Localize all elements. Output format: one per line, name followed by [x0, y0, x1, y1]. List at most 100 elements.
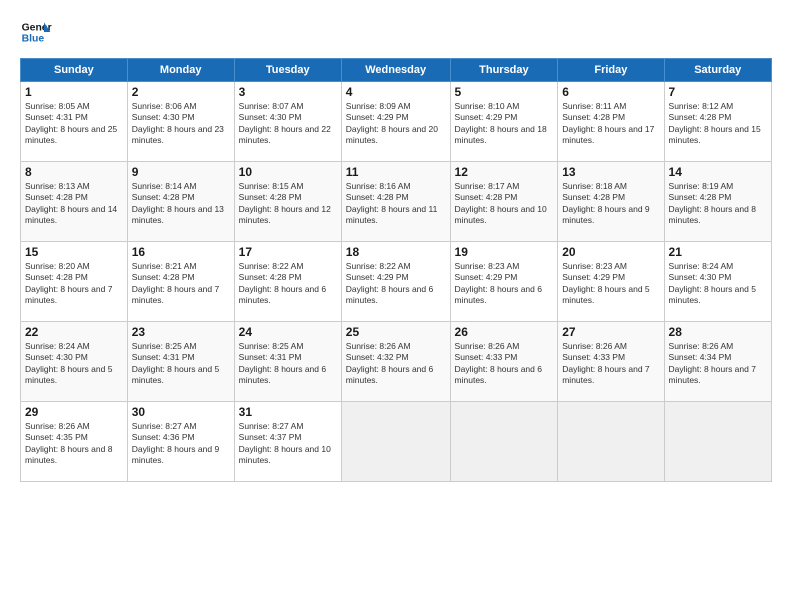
calendar-header-wednesday: Wednesday — [341, 59, 450, 82]
calendar-week-row: 8 Sunrise: 8:13 AMSunset: 4:28 PMDaylight… — [21, 162, 772, 242]
calendar-table: SundayMondayTuesdayWednesdayThursdayFrid… — [20, 58, 772, 482]
day-number: 14 — [669, 165, 767, 179]
day-number: 26 — [455, 325, 554, 339]
day-info: Sunrise: 8:19 AMSunset: 4:28 PMDaylight:… — [669, 181, 756, 225]
day-info: Sunrise: 8:26 AMSunset: 4:33 PMDaylight:… — [562, 341, 649, 385]
day-info: Sunrise: 8:24 AMSunset: 4:30 PMDaylight:… — [669, 261, 756, 305]
day-info: Sunrise: 8:23 AMSunset: 4:29 PMDaylight:… — [455, 261, 542, 305]
calendar-header-row: SundayMondayTuesdayWednesdayThursdayFrid… — [21, 59, 772, 82]
day-number: 9 — [132, 165, 230, 179]
day-number: 5 — [455, 85, 554, 99]
svg-text:Blue: Blue — [22, 34, 45, 45]
calendar-header-sunday: Sunday — [21, 59, 128, 82]
day-info: Sunrise: 8:16 AMSunset: 4:28 PMDaylight:… — [346, 181, 438, 225]
day-number: 4 — [346, 85, 446, 99]
calendar-header-friday: Friday — [558, 59, 664, 82]
day-info: Sunrise: 8:22 AMSunset: 4:29 PMDaylight:… — [346, 261, 433, 305]
day-info: Sunrise: 8:25 AMSunset: 4:31 PMDaylight:… — [239, 341, 326, 385]
day-info: Sunrise: 8:10 AMSunset: 4:29 PMDaylight:… — [455, 101, 547, 145]
day-number: 2 — [132, 85, 230, 99]
day-info: Sunrise: 8:27 AMSunset: 4:37 PMDaylight:… — [239, 421, 331, 465]
calendar-cell: 17 Sunrise: 8:22 AMSunset: 4:28 PMDayligh… — [234, 242, 341, 322]
day-number: 22 — [25, 325, 123, 339]
day-number: 25 — [346, 325, 446, 339]
day-number: 18 — [346, 245, 446, 259]
calendar-cell: 9 Sunrise: 8:14 AMSunset: 4:28 PMDaylight… — [127, 162, 234, 242]
day-number: 23 — [132, 325, 230, 339]
calendar-cell: 11 Sunrise: 8:16 AMSunset: 4:28 PMDayligh… — [341, 162, 450, 242]
calendar-cell: 18 Sunrise: 8:22 AMSunset: 4:29 PMDayligh… — [341, 242, 450, 322]
day-number: 8 — [25, 165, 123, 179]
day-info: Sunrise: 8:05 AMSunset: 4:31 PMDaylight:… — [25, 101, 117, 145]
calendar-cell: 14 Sunrise: 8:19 AMSunset: 4:28 PMDayligh… — [664, 162, 771, 242]
calendar-cell: 3 Sunrise: 8:07 AMSunset: 4:30 PMDaylight… — [234, 82, 341, 162]
calendar-cell: 7 Sunrise: 8:12 AMSunset: 4:28 PMDaylight… — [664, 82, 771, 162]
day-info: Sunrise: 8:17 AMSunset: 4:28 PMDaylight:… — [455, 181, 547, 225]
day-info: Sunrise: 8:14 AMSunset: 4:28 PMDaylight:… — [132, 181, 224, 225]
logo-icon: General Blue — [20, 16, 52, 48]
calendar-cell — [450, 402, 558, 482]
calendar-cell: 5 Sunrise: 8:10 AMSunset: 4:29 PMDaylight… — [450, 82, 558, 162]
day-number: 16 — [132, 245, 230, 259]
day-info: Sunrise: 8:24 AMSunset: 4:30 PMDaylight:… — [25, 341, 112, 385]
calendar-week-row: 1Sunrise: 8:05 AMSunset: 4:31 PMDaylight… — [21, 82, 772, 162]
day-info: Sunrise: 8:06 AMSunset: 4:30 PMDaylight:… — [132, 101, 224, 145]
calendar-cell — [558, 402, 664, 482]
header: General Blue — [20, 16, 772, 48]
calendar-week-row: 29 Sunrise: 8:26 AMSunset: 4:35 PMDayligh… — [21, 402, 772, 482]
day-info: Sunrise: 8:25 AMSunset: 4:31 PMDaylight:… — [132, 341, 219, 385]
calendar-cell: 15 Sunrise: 8:20 AMSunset: 4:28 PMDayligh… — [21, 242, 128, 322]
day-number: 11 — [346, 165, 446, 179]
day-info: Sunrise: 8:12 AMSunset: 4:28 PMDaylight:… — [669, 101, 761, 145]
day-info: Sunrise: 8:26 AMSunset: 4:34 PMDaylight:… — [669, 341, 756, 385]
day-info: Sunrise: 8:27 AMSunset: 4:36 PMDaylight:… — [132, 421, 219, 465]
day-number: 29 — [25, 405, 123, 419]
calendar-cell: 20 Sunrise: 8:23 AMSunset: 4:29 PMDayligh… — [558, 242, 664, 322]
day-info: Sunrise: 8:09 AMSunset: 4:29 PMDaylight:… — [346, 101, 438, 145]
calendar-page: General Blue SundayMondayTuesdayWednesda… — [0, 0, 792, 612]
calendar-cell: 31 Sunrise: 8:27 AMSunset: 4:37 PMDayligh… — [234, 402, 341, 482]
calendar-header-saturday: Saturday — [664, 59, 771, 82]
day-info: Sunrise: 8:23 AMSunset: 4:29 PMDaylight:… — [562, 261, 649, 305]
day-number: 7 — [669, 85, 767, 99]
calendar-cell: 1Sunrise: 8:05 AMSunset: 4:31 PMDaylight… — [21, 82, 128, 162]
calendar-cell: 19 Sunrise: 8:23 AMSunset: 4:29 PMDayligh… — [450, 242, 558, 322]
day-number: 27 — [562, 325, 659, 339]
day-info: Sunrise: 8:11 AMSunset: 4:28 PMDaylight:… — [562, 101, 654, 145]
day-number: 21 — [669, 245, 767, 259]
calendar-cell: 4 Sunrise: 8:09 AMSunset: 4:29 PMDaylight… — [341, 82, 450, 162]
calendar-cell: 12Sunrise: 8:17 AMSunset: 4:28 PMDayligh… — [450, 162, 558, 242]
day-info: Sunrise: 8:20 AMSunset: 4:28 PMDaylight:… — [25, 261, 112, 305]
day-info: Sunrise: 8:26 AMSunset: 4:32 PMDaylight:… — [346, 341, 433, 385]
day-info: Sunrise: 8:26 AMSunset: 4:33 PMDaylight:… — [455, 341, 542, 385]
calendar-week-row: 15 Sunrise: 8:20 AMSunset: 4:28 PMDayligh… — [21, 242, 772, 322]
logo: General Blue — [20, 16, 52, 48]
calendar-cell: 8 Sunrise: 8:13 AMSunset: 4:28 PMDaylight… — [21, 162, 128, 242]
day-number: 10 — [239, 165, 337, 179]
calendar-cell: 30 Sunrise: 8:27 AMSunset: 4:36 PMDayligh… — [127, 402, 234, 482]
day-number: 17 — [239, 245, 337, 259]
calendar-cell: 29 Sunrise: 8:26 AMSunset: 4:35 PMDayligh… — [21, 402, 128, 482]
day-info: Sunrise: 8:13 AMSunset: 4:28 PMDaylight:… — [25, 181, 117, 225]
day-number: 15 — [25, 245, 123, 259]
calendar-cell — [664, 402, 771, 482]
calendar-header-tuesday: Tuesday — [234, 59, 341, 82]
calendar-cell: 13Sunrise: 8:18 AMSunset: 4:28 PMDayligh… — [558, 162, 664, 242]
calendar-cell: 6Sunrise: 8:11 AMSunset: 4:28 PMDaylight… — [558, 82, 664, 162]
day-number: 13 — [562, 165, 659, 179]
calendar-cell: 26 Sunrise: 8:26 AMSunset: 4:33 PMDayligh… — [450, 322, 558, 402]
day-info: Sunrise: 8:07 AMSunset: 4:30 PMDaylight:… — [239, 101, 331, 145]
day-number: 30 — [132, 405, 230, 419]
day-number: 20 — [562, 245, 659, 259]
calendar-cell: 25 Sunrise: 8:26 AMSunset: 4:32 PMDayligh… — [341, 322, 450, 402]
calendar-cell: 28Sunrise: 8:26 AMSunset: 4:34 PMDayligh… — [664, 322, 771, 402]
day-info: Sunrise: 8:26 AMSunset: 4:35 PMDaylight:… — [25, 421, 112, 465]
calendar-cell: 22 Sunrise: 8:24 AMSunset: 4:30 PMDayligh… — [21, 322, 128, 402]
day-info: Sunrise: 8:22 AMSunset: 4:28 PMDaylight:… — [239, 261, 326, 305]
day-number: 19 — [455, 245, 554, 259]
calendar-cell: 21 Sunrise: 8:24 AMSunset: 4:30 PMDayligh… — [664, 242, 771, 322]
day-number: 3 — [239, 85, 337, 99]
calendar-cell: 23 Sunrise: 8:25 AMSunset: 4:31 PMDayligh… — [127, 322, 234, 402]
day-number: 31 — [239, 405, 337, 419]
calendar-cell: 24Sunrise: 8:25 AMSunset: 4:31 PMDayligh… — [234, 322, 341, 402]
